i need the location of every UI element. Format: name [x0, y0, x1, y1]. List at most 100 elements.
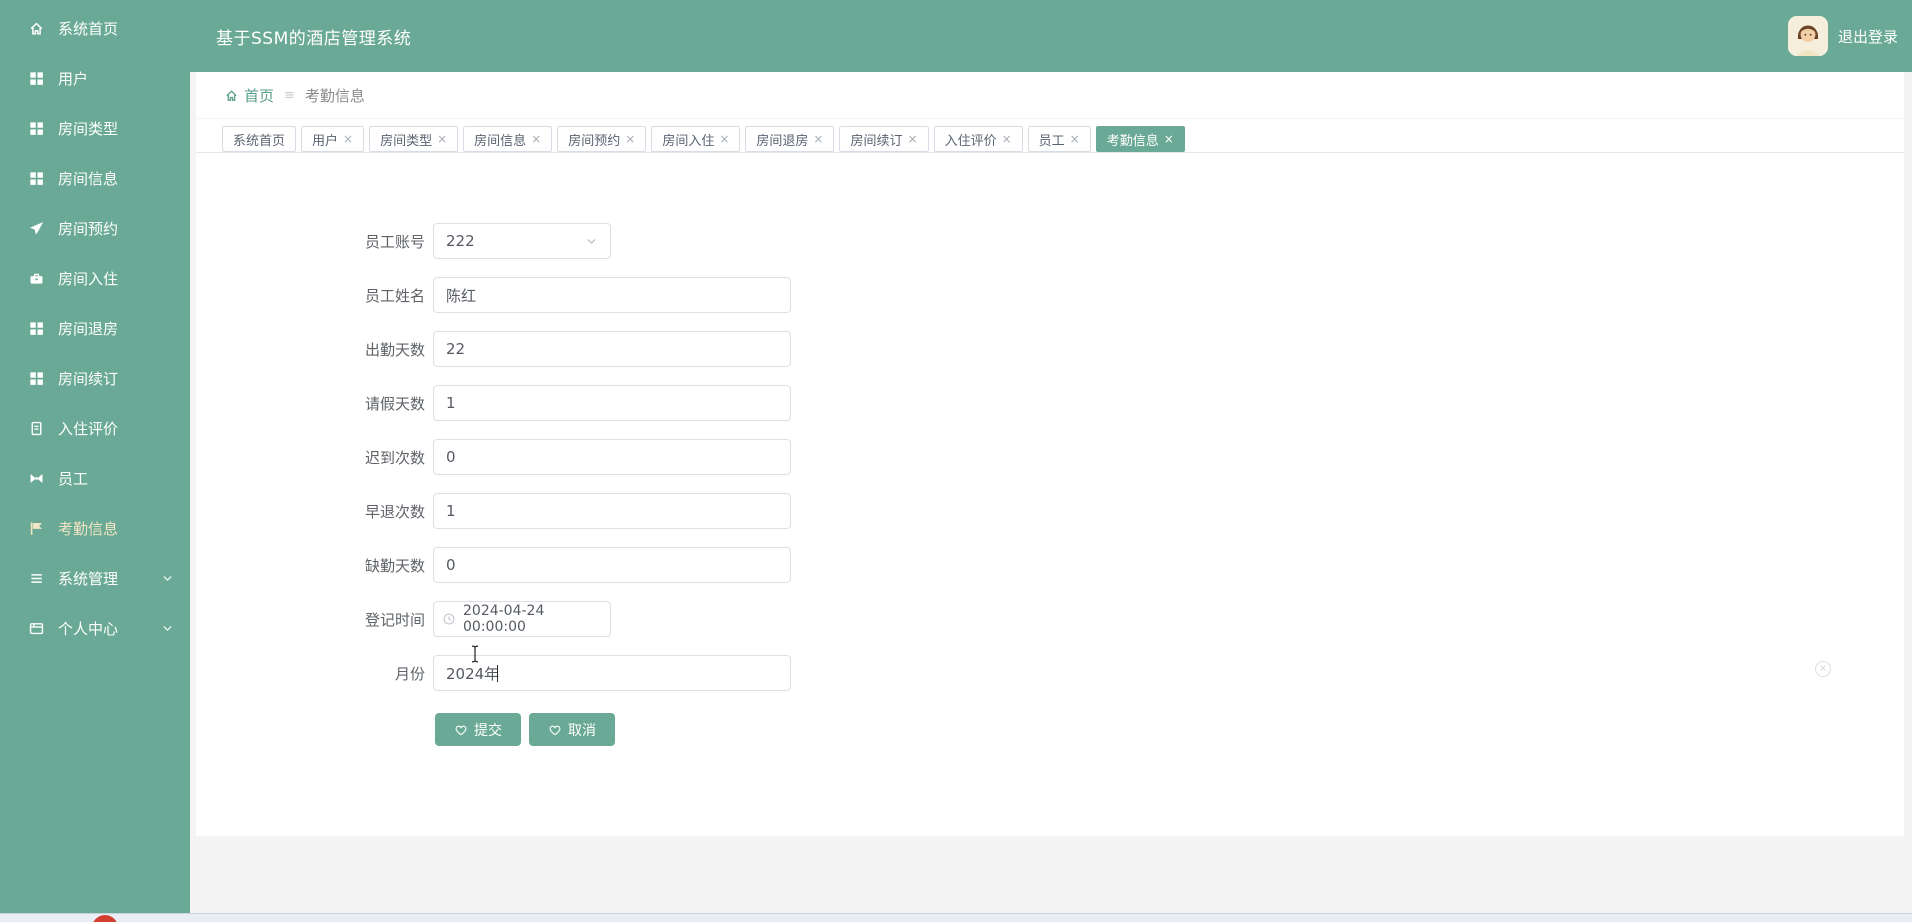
close-icon[interactable]: ×	[343, 132, 353, 146]
flag-icon	[28, 520, 45, 537]
document-icon	[28, 420, 45, 437]
close-icon[interactable]: ×	[813, 132, 823, 146]
field-label: 缺勤天数	[364, 556, 425, 575]
send-icon	[28, 220, 45, 237]
sidebar-item-system-home[interactable]: 系统首页	[0, 3, 190, 53]
sidebar-item-attendance-info[interactable]: 考勤信息	[0, 503, 190, 553]
register-time-input[interactable]: 2024-04-24 00:00:00	[433, 601, 611, 637]
sidebar: 系统首页 用户 房间类型 房间信息 房间预约 房间入住 房间退房 房间续订 入住…	[0, 0, 190, 913]
leave-days-input[interactable]: 1	[433, 385, 791, 421]
close-icon[interactable]: ×	[1002, 132, 1012, 146]
month-row: 月份 2024年	[196, 655, 1904, 691]
sidebar-item-users[interactable]: 用户	[0, 53, 190, 103]
sidebar-item-room-type[interactable]: 房间类型	[0, 103, 190, 153]
sidebar-item-label: 入住评价	[58, 419, 119, 438]
sidebar-item-personal-center[interactable]: 个人中心	[0, 603, 190, 653]
taskbar-strip	[0, 913, 1912, 922]
sidebar-item-label: 员工	[58, 469, 89, 488]
tab-room-checkin[interactable]: 房间入住 ×	[651, 126, 741, 152]
tab-room-info[interactable]: 房间信息 ×	[463, 126, 553, 152]
employee-account-row: 员工账号 222	[196, 223, 1904, 259]
field-label: 早退次数	[364, 502, 425, 521]
employee-name-input[interactable]: 陈红	[433, 277, 791, 313]
close-icon[interactable]: ×	[719, 132, 729, 146]
field-label: 请假天数	[364, 394, 425, 413]
text-caret	[497, 664, 499, 682]
page-title: 基于SSM的酒店管理系统	[216, 28, 412, 49]
clock-icon	[442, 612, 456, 626]
absent-days-row: 缺勤天数 0	[196, 547, 1904, 583]
tab-room-type[interactable]: 房间类型 ×	[369, 126, 459, 152]
home-icon	[224, 88, 239, 103]
close-icon[interactable]: ×	[1070, 132, 1080, 146]
close-icon[interactable]: ×	[1164, 132, 1174, 146]
sidebar-item-system-management[interactable]: 系统管理	[0, 553, 190, 603]
field-label: 登记时间	[364, 610, 425, 629]
submit-button[interactable]: 提交	[435, 713, 521, 746]
field-label: 出勤天数	[364, 340, 425, 359]
avatar[interactable]	[1787, 16, 1828, 56]
sidebar-item-room-renewal[interactable]: 房间续订	[0, 353, 190, 403]
leave-days-row: 请假天数 1	[196, 385, 1904, 421]
field-label: 月份	[394, 664, 425, 683]
tab-stay-review[interactable]: 入住评价 ×	[933, 126, 1023, 152]
late-count-input[interactable]: 0	[433, 439, 791, 475]
close-icon[interactable]: ×	[908, 132, 918, 146]
briefcase-icon	[28, 270, 45, 287]
list-icon	[28, 570, 45, 587]
early-leave-count-input[interactable]: 1	[433, 493, 791, 529]
breadcrumb-separator: ≡	[284, 87, 295, 103]
grid-icon	[28, 370, 45, 387]
cancel-button[interactable]: 取消	[529, 713, 615, 746]
month-input[interactable]: 2024年	[433, 655, 791, 691]
heart-icon	[548, 723, 562, 737]
sidebar-item-label: 房间预约	[58, 219, 119, 238]
breadcrumb: 首页 ≡ 考勤信息	[196, 72, 1904, 119]
sidebar-item-room-info[interactable]: 房间信息	[0, 153, 190, 203]
grid-icon	[28, 70, 45, 87]
close-icon[interactable]: ×	[625, 132, 635, 146]
chevron-down-icon	[585, 235, 598, 248]
sidebar-item-employees[interactable]: 员工	[0, 453, 190, 503]
logout-button[interactable]: 退出登录	[1838, 26, 1898, 47]
sidebar-item-room-checkin[interactable]: 房间入住	[0, 253, 190, 303]
field-label: 迟到次数	[364, 448, 425, 467]
breadcrumb-home-link[interactable]: 首页	[224, 85, 274, 106]
tab-room-renewal[interactable]: 房间续订 ×	[839, 126, 929, 152]
early-leave-count-row: 早退次数 1	[196, 493, 1904, 529]
attendance-days-row: 出勤天数 22	[196, 331, 1904, 367]
attendance-days-input[interactable]: 22	[433, 331, 791, 367]
floating-close-icon[interactable]: ×	[1815, 661, 1831, 677]
tab-system-home[interactable]: 系统首页	[222, 126, 297, 152]
content-panel: 首页 ≡ 考勤信息 系统首页 用户 × 房间类型 × 房间信息 × 房间预约 ×…	[196, 72, 1904, 836]
attendance-form: 员工账号 222 员工姓名 陈红 出勤天数 22 请假天数 1 迟到次数 0 早…	[196, 153, 1904, 746]
close-icon[interactable]: ×	[437, 132, 447, 146]
sidebar-item-label: 房间类型	[58, 119, 119, 138]
sidebar-item-label: 个人中心	[58, 619, 119, 638]
tab-employees[interactable]: 员工 ×	[1027, 126, 1091, 152]
home-icon	[28, 20, 45, 37]
grid-icon	[28, 170, 45, 187]
folder-icon	[28, 620, 45, 637]
tab-attendance-info[interactable]: 考勤信息 ×	[1095, 126, 1185, 152]
tab-room-checkout[interactable]: 房间退房 ×	[745, 126, 835, 152]
sidebar-item-room-checkout[interactable]: 房间退房	[0, 303, 190, 353]
sidebar-item-label: 房间信息	[58, 169, 119, 188]
sidebar-item-label: 系统首页	[58, 19, 119, 38]
absent-days-input[interactable]: 0	[433, 547, 791, 583]
tab-room-booking[interactable]: 房间预约 ×	[557, 126, 647, 152]
sidebar-item-label: 房间续订	[58, 369, 119, 388]
form-actions: 提交 取消	[435, 713, 1904, 746]
bowtie-icon	[28, 470, 45, 487]
chevron-down-icon	[161, 572, 174, 585]
taskbar-app-icon[interactable]	[92, 915, 118, 922]
sidebar-item-room-booking[interactable]: 房间预约	[0, 203, 190, 253]
sidebar-item-label: 房间入住	[58, 269, 119, 288]
close-icon[interactable]: ×	[531, 132, 541, 146]
sidebar-item-stay-review[interactable]: 入住评价	[0, 403, 190, 453]
employee-account-select[interactable]: 222	[433, 223, 611, 259]
top-header: 基于SSM的酒店管理系统 退出登录	[190, 0, 1912, 72]
tab-users[interactable]: 用户 ×	[301, 126, 365, 152]
sidebar-item-label: 考勤信息	[58, 519, 119, 538]
field-label: 员工姓名	[364, 286, 425, 305]
